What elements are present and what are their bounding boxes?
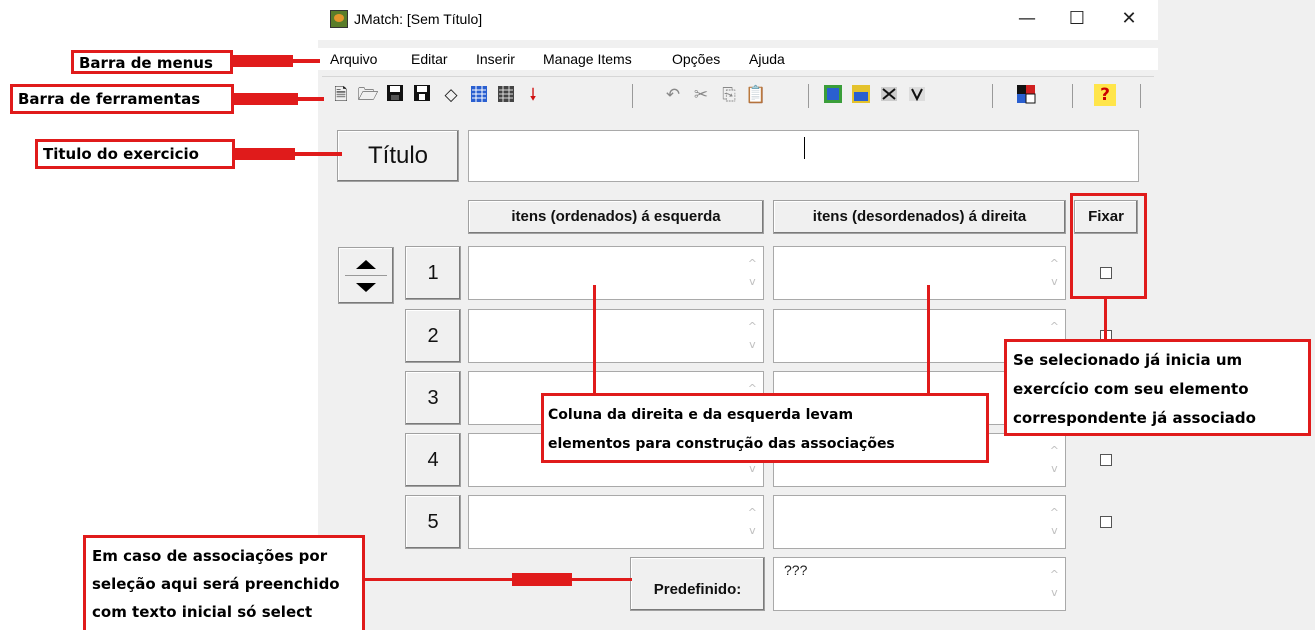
scroll-arrows[interactable]: ^v <box>748 504 757 540</box>
right-item-field[interactable]: ^v <box>773 495 1066 549</box>
title-button[interactable]: Título <box>337 130 459 182</box>
default-button[interactable]: Predefinido: <box>630 557 765 611</box>
default-text-value: ??? <box>784 562 808 578</box>
fix-column-highlight <box>1070 193 1147 299</box>
row-number-button[interactable]: 5 <box>405 495 461 549</box>
paste-icon[interactable]: 📋 <box>745 84 767 106</box>
annotation-fix-line-1: Se selecionado já inicia um <box>1013 351 1243 369</box>
menu-inserir[interactable]: Inserir <box>476 51 515 67</box>
add-exercise-icon[interactable] <box>822 84 844 106</box>
text-cursor <box>804 137 805 159</box>
window-title: JMatch: [Sem Título] <box>354 11 483 27</box>
menu-manage-items[interactable]: Manage Items <box>543 51 632 67</box>
annotation-fix-line-2: exercício com seu elemento <box>1013 380 1249 398</box>
row-number-label: 3 <box>427 387 439 409</box>
scroll-arrows[interactable]: ^v <box>1050 504 1059 540</box>
scroll-arrows[interactable]: ^v <box>748 318 757 354</box>
app-icon <box>330 10 348 28</box>
stepper-divider <box>345 275 387 276</box>
annotation-columns-line-2: elementos para construção das associaçõe… <box>548 436 895 452</box>
clear-icon[interactable]: ◇ <box>440 84 462 106</box>
scroll-arrows[interactable]: ^v <box>1050 255 1059 291</box>
row-number-button[interactable]: 2 <box>405 309 461 363</box>
title-button-label: Título <box>367 142 429 169</box>
exercise-tool-alt-icon[interactable] <box>906 84 928 106</box>
scroll-arrows[interactable]: ^v <box>748 255 757 291</box>
default-button-label: Predefinido: <box>653 581 742 598</box>
annotation-default-line-2: seleção aqui será preenchido <box>92 575 340 593</box>
export-web-alt-icon[interactable] <box>495 84 517 106</box>
move-up-icon[interactable] <box>356 260 376 269</box>
open-folder-icon[interactable]: 🗁 <box>357 84 379 106</box>
annotation-default: Em caso de associações por seleção aqui … <box>83 535 365 630</box>
cut-icon[interactable]: ✂ <box>690 84 712 106</box>
down-arrow-icon[interactable]: 🠗 <box>522 84 544 106</box>
arrow-shaft <box>234 93 298 105</box>
save-as-icon[interactable] <box>411 84 433 106</box>
export-web-icon[interactable] <box>468 84 490 106</box>
fix-checkbox[interactable] <box>1100 454 1112 466</box>
arrow-shaft <box>512 573 572 586</box>
annotation-title: Titulo do exercicio <box>35 139 235 169</box>
row-number-label: 1 <box>427 262 439 284</box>
toolbar-separator <box>632 84 633 108</box>
arrow-shaft <box>233 55 293 67</box>
scroll-arrows[interactable]: ^v <box>1050 566 1059 602</box>
annotation-fix: Se selecionado já inicia um exercício co… <box>1004 339 1311 436</box>
annotation-fix-line-3: correspondente já associado <box>1013 409 1256 427</box>
undo-icon[interactable]: ↶ <box>662 84 684 106</box>
column-header-left[interactable]: itens (ordenados) á esquerda <box>468 200 764 234</box>
annotation-columns: Coluna da direita e da esquerda levam el… <box>541 393 989 463</box>
maximize-button[interactable]: ☐ <box>1060 6 1094 32</box>
reorder-stepper <box>338 247 394 304</box>
arrow-shaft <box>235 148 295 160</box>
new-file-icon[interactable]: 🗎 <box>330 84 352 106</box>
arrow-tip <box>290 59 320 63</box>
right-item-field[interactable]: ^v <box>773 246 1066 300</box>
row-number-label: 4 <box>427 449 439 471</box>
scroll-arrows[interactable]: ^v <box>1050 442 1059 478</box>
annotation-columns-line-1: Coluna da direita e da esquerda levam <box>548 407 854 423</box>
exercise-tool-icon[interactable] <box>878 84 900 106</box>
menu-arquivo[interactable]: Arquivo <box>330 51 377 67</box>
toolbar-separator <box>1140 84 1141 108</box>
help-icon[interactable]: ? <box>1094 84 1116 106</box>
left-item-field[interactable]: ^v <box>468 495 764 549</box>
menu-editar[interactable]: Editar <box>411 51 448 67</box>
left-item-field[interactable]: ^v <box>468 309 764 363</box>
row-number-button[interactable]: 1 <box>405 246 461 300</box>
row-number-label: 5 <box>427 511 439 533</box>
menu-opcoes[interactable]: Opções <box>672 51 720 67</box>
pointer-line-right <box>927 285 930 395</box>
annotation-default-line-1: Em caso de associações por <box>92 547 328 565</box>
annotation-toolbar: Barra de ferramentas <box>10 84 234 114</box>
toolbar-separator <box>1072 84 1073 108</box>
left-item-field[interactable]: ^v <box>468 246 764 300</box>
config-icon[interactable] <box>1015 84 1037 106</box>
toolbar-separator <box>808 84 809 108</box>
row-number-button[interactable]: 3 <box>405 371 461 425</box>
toolbar-separator <box>992 84 993 108</box>
row-number-label: 2 <box>427 325 439 347</box>
arrow-tip <box>570 578 632 581</box>
column-header-right[interactable]: itens (desordenados) á direita <box>773 200 1066 234</box>
arrow-tip <box>296 97 324 101</box>
default-text-field[interactable]: ??? ^ v <box>773 557 1066 611</box>
title-input[interactable] <box>468 130 1139 182</box>
close-button[interactable]: ✕ <box>1112 6 1146 32</box>
move-down-icon[interactable] <box>356 283 376 292</box>
menu-ajuda[interactable]: Ajuda <box>749 51 785 67</box>
pointer-line-fix <box>1104 299 1107 341</box>
edit-exercise-icon[interactable] <box>850 84 872 106</box>
arrow-tip <box>292 152 342 156</box>
save-icon[interactable] <box>384 84 406 106</box>
annotation-menu-bar: Barra de menus <box>71 50 233 74</box>
annotation-default-line-3: com texto inicial só select <box>92 603 313 621</box>
pointer-line-left <box>593 285 596 395</box>
arrow-shaft <box>365 578 515 581</box>
fix-checkbox[interactable] <box>1100 516 1112 528</box>
copy-icon[interactable]: ⎘ <box>718 84 740 106</box>
minimize-button[interactable]: — <box>1010 6 1044 32</box>
row-number-button[interactable]: 4 <box>405 433 461 487</box>
